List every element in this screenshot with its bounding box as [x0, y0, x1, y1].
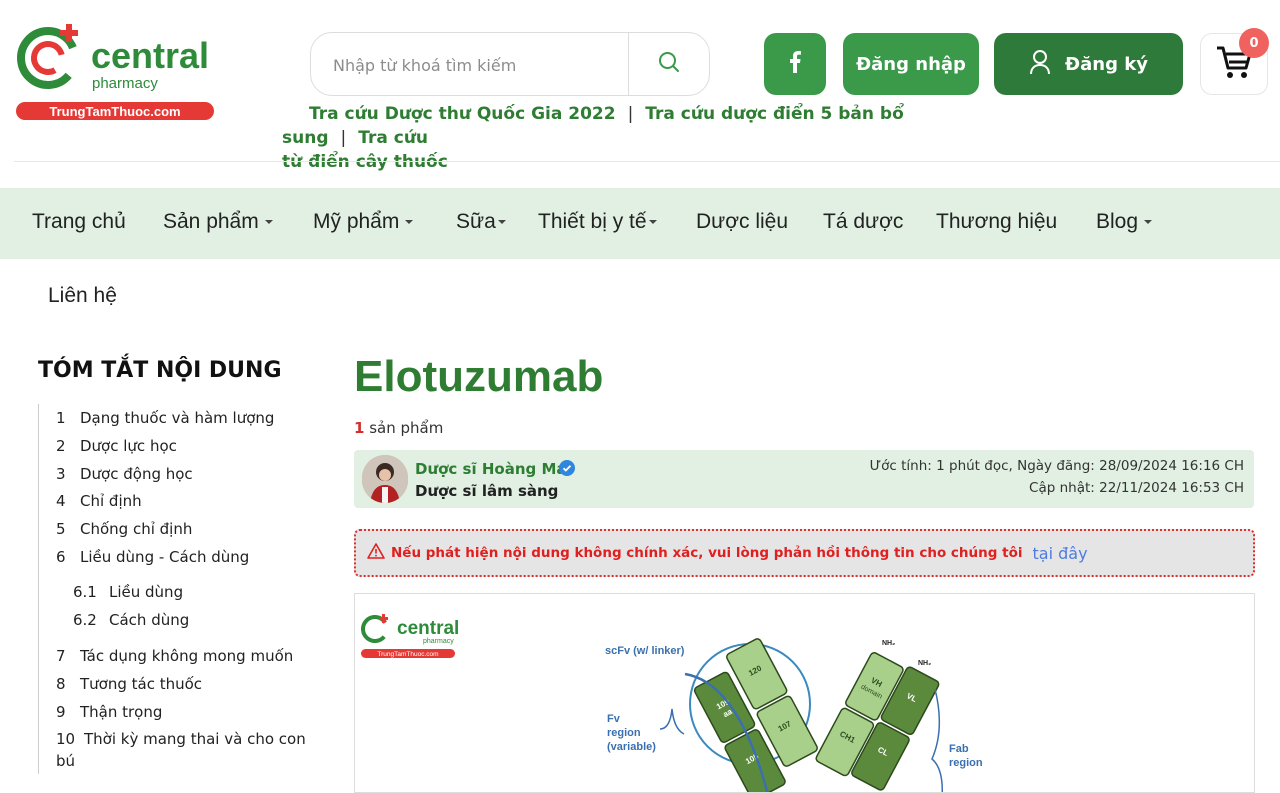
quicklink-tu-dien-part2[interactable]: từ điển cây thuốc [282, 152, 448, 172]
chevron-down-icon [1144, 220, 1153, 225]
register-label: Đăng ký [1065, 53, 1148, 75]
toc-item[interactable]: 2 Dược lực học [56, 435, 177, 457]
figure-logo-text: central [397, 618, 459, 639]
toc-item[interactable]: 5 Chống chỉ định [56, 518, 192, 540]
avatar[interactable] [362, 455, 408, 503]
quicklink-separator: | [627, 104, 634, 124]
antibody-diagram: central pharmacy TrungTamThuoc.com scFv … [361, 614, 983, 792]
toc-item[interactable]: 7 Tác dụng không mong muốn [56, 645, 293, 667]
logo-sub: pharmacy [92, 75, 158, 92]
label-fv: Fv [607, 713, 621, 725]
nav-item-medical-devices[interactable]: Thiết bị y tế [538, 210, 657, 234]
chevron-down-icon [648, 220, 657, 225]
feedback-link[interactable]: tại đây [1033, 544, 1088, 563]
nav-item-home[interactable]: Trang chủ [32, 210, 126, 234]
label-fv-variable: (variable) [607, 741, 656, 753]
nav-item-excipients[interactable]: Tá dược [823, 210, 903, 234]
nav-item-blog[interactable]: Blog [1096, 210, 1153, 234]
site-logo[interactable]: central pharmacy TrungTamThuoc.com [14, 22, 219, 122]
nav-item-products[interactable]: Sản phẩm [163, 210, 273, 234]
article-meta-published: Ước tính: 1 phút đọc, Ngày đăng: 28/09/2… [869, 458, 1244, 474]
register-button[interactable]: Đăng ký [994, 33, 1183, 95]
search-input[interactable] [333, 53, 623, 77]
facebook-icon [788, 50, 802, 78]
warning-icon [367, 543, 385, 563]
chevron-down-icon [264, 220, 273, 225]
logo-text: central [91, 35, 209, 76]
toc-item[interactable]: 8 Tương tác thuốc [56, 673, 202, 695]
toc-item[interactable]: 1 Dạng thuốc và hàm lượng [56, 407, 274, 429]
label-fv-region: region [607, 727, 641, 739]
quicklink-separator: | [340, 128, 347, 148]
product-count-label: sản phẩm [369, 419, 444, 437]
chevron-down-icon [405, 220, 414, 225]
page-title: Elotuzumab [354, 352, 604, 401]
nav-item-cosmetics[interactable]: Mỹ phẩm [313, 210, 414, 234]
search-button[interactable] [629, 33, 709, 95]
article-figure: central pharmacy TrungTamThuoc.com scFv … [354, 593, 1255, 793]
toc-item[interactable]: 6 Liều dùng - Cách dùng [56, 546, 249, 568]
nav-item-milk[interactable]: Sữa [456, 210, 506, 234]
article-meta-updated: Cập nhật: 22/11/2024 16:53 CH [1029, 480, 1244, 496]
nav-item-contact[interactable]: Liên hệ [48, 284, 117, 308]
figure-logo-sub: pharmacy [423, 638, 454, 645]
author-box: Dược sĩ Hoàng Mai Dược sĩ lâm sàng Ước t… [354, 450, 1254, 508]
toc-item[interactable]: 9 Thận trọng [56, 701, 162, 723]
chevron-down-icon [497, 220, 506, 225]
quicklink-duoc-thu[interactable]: Tra cứu Dược thư Quốc Gia 2022 [309, 104, 616, 124]
quick-links: Tra cứu Dược thư Quốc Gia 2022 | Tra cứu d… [282, 102, 1002, 174]
search-icon [657, 50, 681, 78]
product-count-number: 1 [354, 419, 365, 437]
login-button[interactable]: Đăng nhập [843, 33, 979, 95]
toc-subitem[interactable]: 6.2 Cách dùng [73, 609, 189, 631]
nav-item-herbs[interactable]: Dược liệu [696, 210, 788, 234]
nav-item-brands[interactable]: Thương hiệu [936, 210, 1057, 234]
quicklink-tu-dien-part1[interactable]: Tra cứu [358, 128, 428, 148]
label-nh2-b: NH₂ [918, 660, 931, 667]
label-nh2-a: NH₂ [882, 640, 895, 647]
toc-title: TÓM TẮT NỘI DUNG [38, 358, 282, 383]
toc-item[interactable]: 3 Dược động học [56, 463, 193, 485]
toc-item[interactable]: 4 Chỉ định [56, 490, 142, 512]
label-fab-region: region [949, 757, 983, 769]
main-nav: Trang chủ Sản phẩm Mỹ phẩm Sữa Thiết bị … [0, 188, 1280, 259]
warning-text: Nếu phát hiện nội dung không chính xác, … [391, 545, 1023, 561]
cart-count-badge: 0 [1239, 28, 1269, 58]
logo-tag: TrungTamThuoc.com [49, 104, 180, 119]
label-scfv: scFv (w/ linker) [605, 645, 685, 657]
product-count: 1 sản phẩm [354, 419, 443, 437]
user-icon [1029, 49, 1051, 80]
table-of-contents: 1 Dạng thuốc và hàm lượng 2 Dược lực học 3… [38, 404, 308, 774]
author-role: Dược sĩ lâm sàng [415, 482, 559, 500]
toc-item[interactable]: 10 Thời kỳ mang thai và cho con [56, 728, 306, 750]
label-fab: Fab [949, 743, 969, 755]
author-name[interactable]: Dược sĩ Hoàng Mai [415, 460, 572, 478]
facebook-login-button[interactable] [764, 33, 826, 95]
header-divider [14, 161, 1280, 162]
figure-logo-tag: TrungTamThuoc.com [377, 651, 438, 658]
toc-item-continued[interactable]: bú [56, 750, 75, 772]
feedback-warning: Nếu phát hiện nội dung không chính xác, … [354, 529, 1255, 577]
search-box [310, 32, 710, 96]
toc-subitem[interactable]: 6.1 Liều dùng [73, 581, 183, 603]
verified-icon [559, 460, 575, 480]
